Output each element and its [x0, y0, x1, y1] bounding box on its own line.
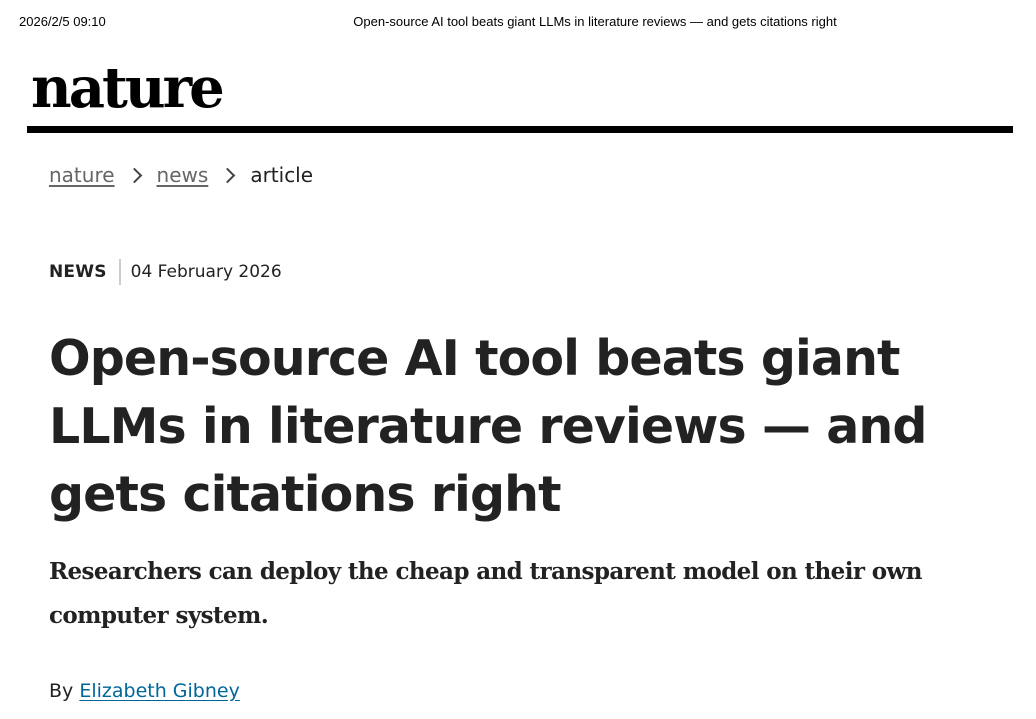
- meta-divider: [118, 259, 121, 285]
- author-link[interactable]: Elizabeth Gibney: [79, 680, 240, 702]
- masthead: nature: [27, 52, 1013, 134]
- breadcrumb: nature news article: [49, 160, 313, 190]
- byline: By Elizabeth Gibney: [49, 680, 240, 702]
- chevron-right-icon: [126, 167, 142, 183]
- byline-prefix: By: [49, 680, 74, 702]
- print-header: 2026/2/5 09:10 Open-source AI tool beats…: [0, 14, 1036, 32]
- nature-logo[interactable]: nature: [31, 58, 225, 118]
- masthead-divider: [27, 126, 1013, 133]
- article-headline: Open-source AI tool beats giant LLMs in …: [49, 330, 927, 523]
- breadcrumb-link-nature[interactable]: nature: [49, 163, 115, 187]
- chevron-right-icon: [220, 167, 236, 183]
- breadcrumb-current-article: article: [250, 163, 314, 187]
- article-standfirst: Researchers can deploy the cheap and tra…: [49, 558, 922, 629]
- article-type-label: NEWS: [49, 262, 107, 282]
- publication-date: 04 February 2026: [130, 262, 282, 282]
- print-page-title: Open-source AI tool beats giant LLMs in …: [353, 14, 837, 29]
- article-meta: NEWS 04 February 2026: [49, 258, 282, 286]
- breadcrumb-link-news[interactable]: news: [157, 163, 209, 187]
